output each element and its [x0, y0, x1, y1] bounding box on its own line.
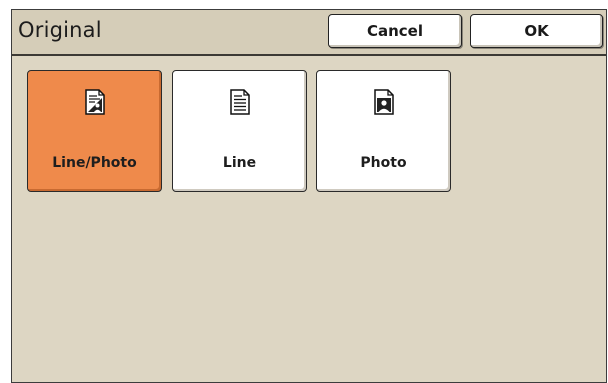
title-bar: Original Cancel OK	[12, 10, 606, 56]
option-line-photo-button[interactable]: Line/Photo	[27, 70, 162, 192]
option-label: Line	[222, 155, 257, 171]
option-label: Photo	[360, 155, 407, 171]
cancel-button[interactable]: Cancel	[328, 14, 462, 48]
original-dialog: Original Cancel OK Line/Photo Line Photo	[11, 9, 607, 383]
option-line-button[interactable]: Line	[172, 70, 307, 192]
line-photo-document-icon	[84, 89, 105, 115]
dialog-title: Original	[18, 18, 102, 42]
photo-document-icon	[373, 89, 394, 115]
option-label: Line/Photo	[52, 155, 137, 171]
option-photo-button[interactable]: Photo	[316, 70, 451, 192]
text-document-icon	[229, 89, 250, 115]
ok-button[interactable]: OK	[470, 14, 603, 48]
